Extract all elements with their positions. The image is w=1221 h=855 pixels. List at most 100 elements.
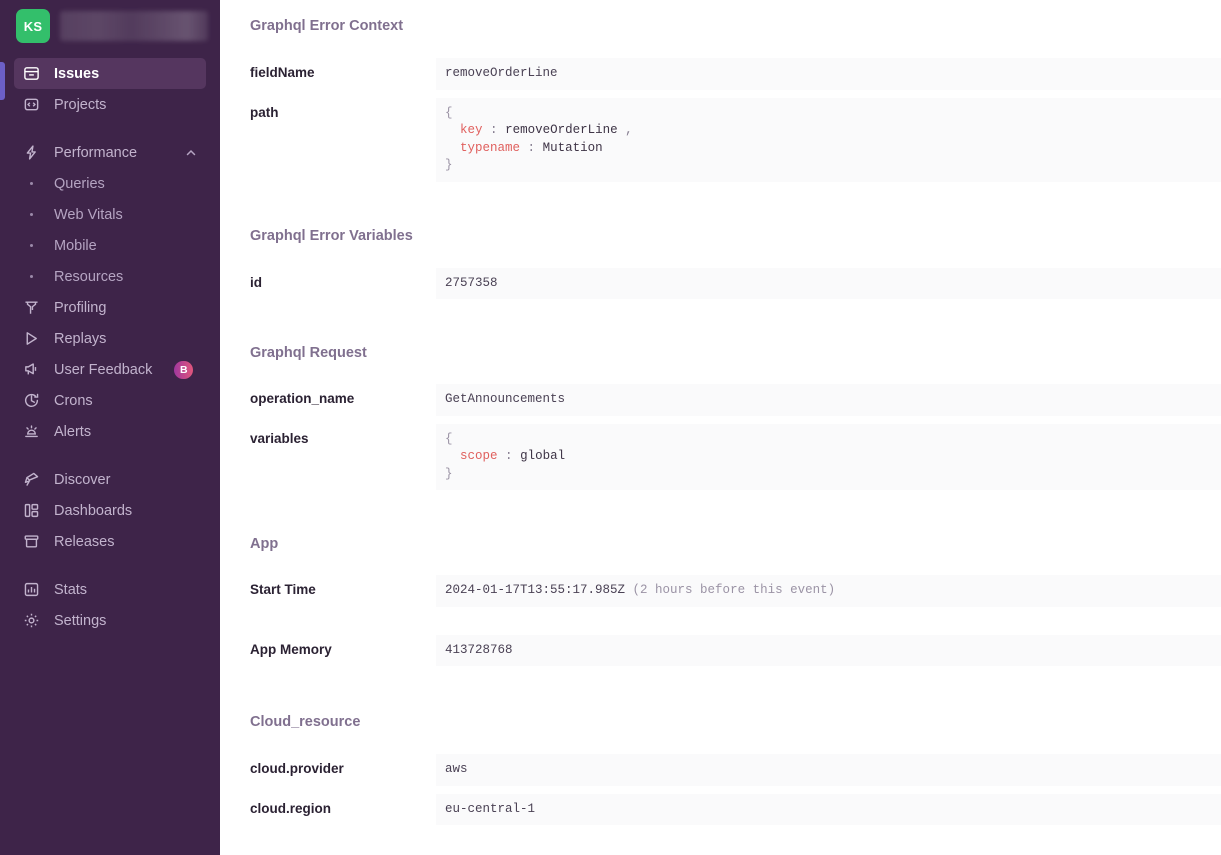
projects-icon [22, 96, 40, 114]
start-time-value: 2024-01-17T13:55:17.985Z [445, 583, 626, 597]
sidebar-item-label: Queries [54, 175, 105, 192]
json-close-brace: } [445, 466, 453, 481]
json-key: key [460, 123, 483, 137]
bullet-icon [22, 206, 40, 224]
sidebar-item-queries[interactable]: Queries [14, 168, 206, 199]
section-graphql-error-context: Graphql Error Context fieldName removeOr… [220, 0, 1221, 182]
sidebar-item-label: Mobile [54, 237, 97, 254]
json-close-brace: } [445, 158, 453, 172]
app-root: KS Issues Projects Performance Queries W… [0, 0, 1221, 855]
sidebar-item-projects[interactable]: Projects [14, 89, 206, 120]
row-key: cloud.provider [250, 761, 344, 776]
row-key: variables [250, 430, 309, 446]
replays-icon [22, 330, 40, 348]
performance-icon [22, 144, 40, 162]
bullet-icon [22, 237, 40, 255]
sidebar-item-label: Web Vitals [54, 206, 123, 223]
sidebar-item-label: Settings [54, 612, 107, 629]
table-row: variables { scope : global } [250, 423, 1221, 490]
sidebar-item-releases[interactable]: Releases [14, 526, 206, 557]
sidebar-item-mobile[interactable]: Mobile [14, 230, 206, 261]
sidebar-item-label: Dashboards [54, 502, 133, 519]
row-key: fieldName [250, 65, 315, 80]
json-value: global [520, 449, 566, 463]
dashboards-icon [22, 502, 40, 520]
row-value[interactable]: { scope : global } [436, 423, 1221, 490]
json-value: Mutation [542, 140, 603, 155]
section-graphql-error-variables: Graphql Error Variables id 2757358 [220, 182, 1221, 299]
stats-icon [22, 581, 40, 599]
row-value[interactable]: aws [436, 754, 1221, 786]
active-nav-accent-bar [0, 62, 5, 100]
alerts-icon [22, 423, 40, 441]
sidebar-item-label: User Feedback [54, 361, 153, 378]
org-switcher[interactable]: KS [0, 0, 220, 52]
sidebar-item-replays[interactable]: Replays [14, 323, 206, 354]
json-colon: : [505, 449, 513, 463]
start-time-relative-note: (2 hours before this event) [632, 583, 836, 597]
sidebar-item-label: Crons [54, 392, 93, 409]
table-row: operation_name GetAnnouncements [250, 384, 1221, 416]
json-open-brace: { [445, 431, 453, 446]
releases-icon [22, 533, 40, 551]
sidebar-item-label: Replays [54, 330, 107, 347]
json-colon: : [527, 140, 536, 155]
profiling-icon [22, 299, 40, 317]
row-key: id [250, 274, 262, 290]
user-feedback-icon [22, 361, 40, 379]
json-open-brace: { [445, 105, 453, 120]
sidebar-item-label: Issues [54, 65, 100, 82]
nav-group-separator [14, 447, 206, 464]
discover-icon [22, 471, 40, 489]
json-comma: , [625, 123, 633, 137]
sidebar-item-label: Resources [54, 268, 124, 285]
sidebar-item-performance[interactable]: Performance [14, 137, 206, 168]
row-key: operation_name [250, 391, 355, 406]
table-row: cloud.provider aws [250, 754, 1221, 786]
sidebar-item-settings[interactable]: Settings [14, 605, 206, 636]
status-badge: B [174, 360, 194, 379]
json-key: typename [460, 140, 521, 155]
table-row: cloud.region eu-central-1 [250, 793, 1221, 825]
sidebar-item-label: Stats [54, 581, 88, 598]
table-row: Start Time 2024-01-17T13:55:17.985Z (2 h… [250, 575, 1221, 607]
sidebar-item-resources[interactable]: Resources [14, 261, 206, 292]
sidebar-item-label: Profiling [54, 299, 107, 316]
row-key: App Memory [250, 641, 332, 657]
issues-icon [22, 65, 40, 83]
section-cloud-resource: Cloud_resource cloud.provider aws cloud.… [220, 666, 1221, 825]
settings-icon [22, 612, 40, 630]
avatar: KS [16, 9, 50, 43]
row-value[interactable]: 2024-01-17T13:55:17.985Z (2 hours before… [436, 575, 1221, 607]
json-value: removeOrderLine [505, 123, 618, 137]
sidebar-item-stats[interactable]: Stats [14, 574, 206, 605]
table-row: id 2757358 [250, 267, 1221, 299]
sidebar-item-dashboards[interactable]: Dashboards [14, 495, 206, 526]
row-key: Start Time [250, 582, 316, 597]
bullet-icon [22, 268, 40, 286]
row-value[interactable]: removeOrderLine [436, 58, 1221, 90]
section-title: Cloud_resource [250, 714, 361, 730]
chevron-up-icon[interactable] [184, 146, 198, 160]
sidebar: KS Issues Projects Performance Queries W… [0, 0, 220, 855]
sidebar-item-alerts[interactable]: Alerts [14, 416, 206, 447]
sidebar-item-label: Releases [54, 533, 115, 550]
row-value[interactable]: GetAnnouncements [436, 384, 1221, 416]
sidebar-item-issues[interactable]: Issues [14, 58, 206, 89]
nav-group-separator [14, 120, 206, 137]
sidebar-item-label: Projects [54, 96, 107, 113]
section-title: Graphql Request [250, 345, 367, 361]
event-context-panel: Graphql Error Context fieldName removeOr… [220, 0, 1221, 855]
sidebar-item-web-vitals[interactable]: Web Vitals [14, 199, 206, 230]
row-value[interactable]: 2757358 [436, 267, 1221, 299]
bullet-icon [22, 175, 40, 193]
sidebar-item-crons[interactable]: Crons [14, 385, 206, 416]
sidebar-item-user-feedback[interactable]: User Feedback B [14, 354, 206, 385]
section-title: Graphql Error Context [250, 18, 404, 34]
sidebar-item-profiling[interactable]: Profiling [14, 292, 206, 323]
row-value[interactable]: eu-central-1 [436, 793, 1221, 825]
sidebar-item-discover[interactable]: Discover [14, 464, 206, 495]
org-name-redacted [60, 11, 208, 41]
row-value[interactable]: { key : removeOrderLine , typename : Mut… [436, 97, 1221, 182]
row-value[interactable]: 413728768 [436, 634, 1221, 666]
